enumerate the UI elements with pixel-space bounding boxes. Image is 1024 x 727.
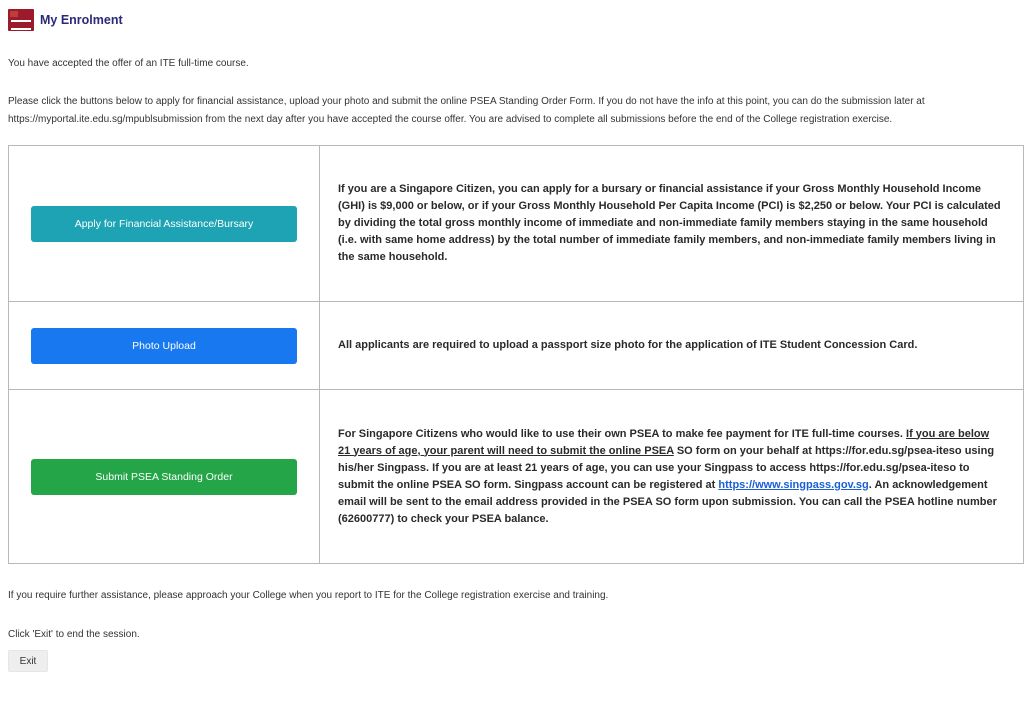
enrolment-page: My Enrolment You have accepted the offer… [0, 0, 1024, 727]
description-cell: All applicants are required to upload a … [319, 301, 1024, 390]
ite-logo-icon [8, 9, 34, 31]
button-cell: Submit PSEA Standing Order [8, 389, 320, 564]
instructions-paragraph: Please click the buttons below to apply … [8, 96, 925, 125]
table-row: Apply for Financial Assistance/Bursary I… [8, 145, 1024, 302]
button-cell: Apply for Financial Assistance/Bursary [8, 145, 320, 302]
submit-psea-standing-order-button[interactable]: Submit PSEA Standing Order [31, 458, 297, 495]
page-header: My Enrolment [8, 8, 1016, 32]
psea-text-part1: For Singapore Citizens who would like to… [338, 427, 907, 440]
financial-assistance-description: If you are a Singapore Citizen, you can … [338, 183, 1001, 263]
description-cell: For Singapore Citizens who would like to… [319, 389, 1024, 564]
offer-accepted-message: You have accepted the offer of an ITE fu… [8, 58, 249, 69]
submissions-table: Apply for Financial Assistance/Bursary I… [8, 145, 1024, 564]
psea-description: For Singapore Citizens who would like to… [338, 426, 1003, 528]
table-row: Submit PSEA Standing Order For Singapore… [8, 389, 1024, 564]
further-assistance-message: If you require further assistance, pleas… [8, 590, 609, 601]
page-title: My Enrolment [40, 13, 123, 27]
button-cell: Photo Upload [8, 301, 320, 390]
singpass-link[interactable]: https://www.singpass.gov.sg [718, 479, 868, 491]
description-cell: If you are a Singapore Citizen, you can … [319, 145, 1024, 302]
exit-button[interactable]: Exit [8, 650, 48, 672]
click-exit-instruction: Click 'Exit' to end the session. [8, 629, 140, 640]
photo-upload-button[interactable]: Photo Upload [31, 327, 297, 364]
photo-upload-description: All applicants are required to upload a … [338, 339, 918, 351]
apply-financial-assistance-button[interactable]: Apply for Financial Assistance/Bursary [31, 205, 297, 242]
table-row: Photo Upload All applicants are required… [8, 301, 1024, 390]
